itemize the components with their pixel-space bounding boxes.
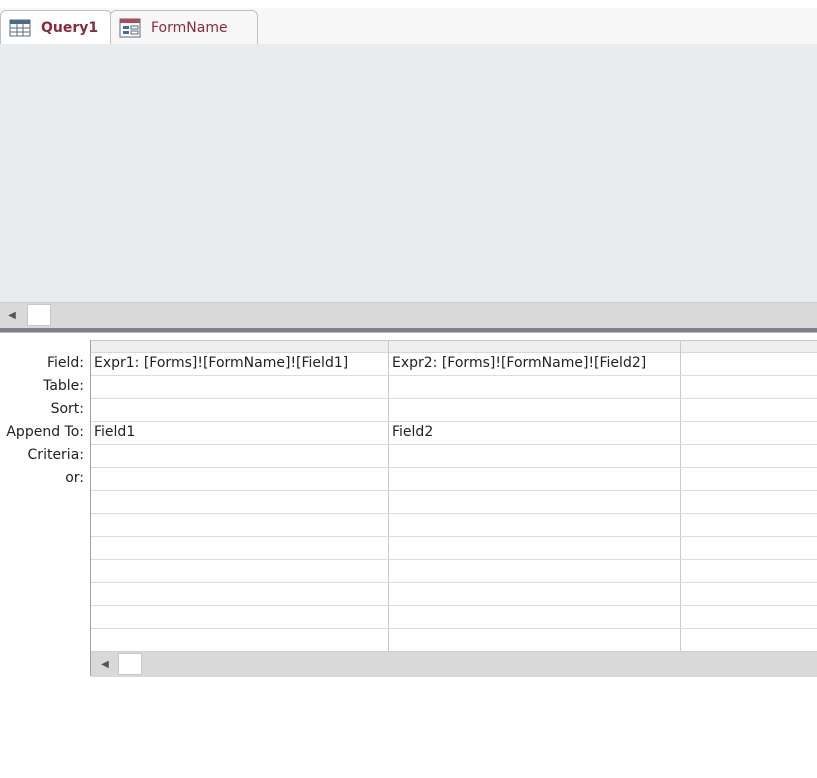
row-divider bbox=[91, 628, 817, 629]
cell-table-col1[interactable] bbox=[91, 375, 388, 398]
row-label-or: or: bbox=[65, 470, 84, 486]
tab-formname[interactable]: FormName bbox=[110, 10, 258, 44]
cell-criteria-col1[interactable] bbox=[91, 444, 388, 467]
row-divider bbox=[91, 582, 817, 583]
row-divider bbox=[91, 513, 817, 514]
cell-table-col2[interactable] bbox=[389, 375, 680, 398]
form-icon bbox=[119, 18, 141, 37]
query-design-grid: Expr1: [Forms]![FormName]![Field1] Field… bbox=[90, 340, 817, 677]
row-divider bbox=[91, 490, 817, 491]
tab-query1[interactable]: Query1 bbox=[0, 10, 112, 45]
cell-or-col3[interactable] bbox=[681, 467, 817, 490]
cell-append-to-col3[interactable] bbox=[681, 421, 817, 444]
row-divider bbox=[91, 559, 817, 560]
cell-append-to-col2[interactable]: Field2 bbox=[389, 421, 680, 444]
cell-field-col3[interactable] bbox=[681, 352, 817, 375]
tab-label: FormName bbox=[151, 19, 228, 36]
scrollbar-thumb[interactable] bbox=[118, 653, 142, 675]
cell-or-col1[interactable] bbox=[91, 467, 388, 490]
upper-horizontal-scrollbar[interactable]: ◀ bbox=[0, 302, 817, 328]
cell-field-col1[interactable]: Expr1: [Forms]![FormName]![Field1] bbox=[91, 352, 388, 375]
query-icon bbox=[9, 19, 31, 37]
cell-or-col2[interactable] bbox=[389, 467, 680, 490]
cell-table-col3[interactable] bbox=[681, 375, 817, 398]
row-label-table: Table: bbox=[43, 378, 84, 394]
cell-sort-col2[interactable] bbox=[389, 398, 680, 421]
scrollbar-thumb[interactable] bbox=[27, 304, 51, 326]
row-label-sort: Sort: bbox=[50, 401, 84, 417]
scroll-left-arrow-icon[interactable]: ◀ bbox=[0, 303, 24, 327]
cell-sort-col1[interactable] bbox=[91, 398, 388, 421]
row-divider bbox=[91, 605, 817, 606]
row-divider bbox=[91, 536, 817, 537]
pane-splitter[interactable] bbox=[0, 328, 817, 333]
row-label-append-to: Append To: bbox=[6, 424, 84, 440]
scroll-left-arrow-icon[interactable]: ◀ bbox=[93, 652, 117, 676]
document-tab-strip: Query1 FormName bbox=[0, 8, 817, 45]
cell-field-col2[interactable]: Expr2: [Forms]![FormName]![Field2] bbox=[389, 352, 680, 375]
row-label-criteria: Criteria: bbox=[27, 447, 84, 463]
grid-horizontal-scrollbar[interactable]: ◀ bbox=[91, 651, 817, 677]
table-design-pane[interactable] bbox=[0, 44, 817, 302]
design-grid-row-labels: Field: Table: Sort: Append To: Criteria:… bbox=[0, 352, 86, 490]
cell-append-to-col1[interactable]: Field1 bbox=[91, 421, 388, 444]
cell-criteria-col2[interactable] bbox=[389, 444, 680, 467]
row-label-field: Field: bbox=[46, 355, 84, 371]
cell-criteria-col3[interactable] bbox=[681, 444, 817, 467]
cell-sort-col3[interactable] bbox=[681, 398, 817, 421]
tab-label: Query1 bbox=[41, 20, 99, 36]
